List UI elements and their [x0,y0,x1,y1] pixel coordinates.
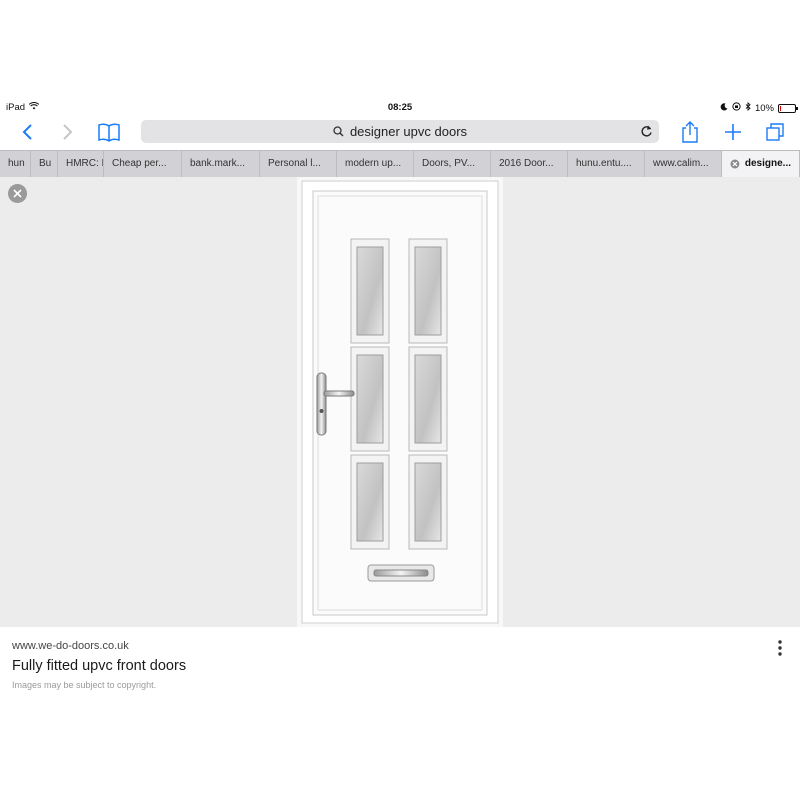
battery-icon [778,103,798,113]
clock: 08:25 [387,102,413,113]
tab-label: hunu.entu.... [576,158,632,169]
tab-label: modern up... [345,158,402,169]
more-options-button[interactable] [772,638,788,658]
door-illustration [297,177,503,627]
close-tab-icon[interactable] [730,159,740,169]
tab[interactable]: Cheap per... [104,151,182,177]
result-title[interactable]: Fully fitted upvc front doors [12,658,788,674]
bookmarks-icon [98,123,120,142]
tab-label: hun [8,158,25,169]
tab-label: HMRC: I [66,158,104,169]
tab[interactable]: modern up... [337,151,414,177]
more-vertical-icon [778,640,782,656]
tab-label: Cheap per... [112,158,167,169]
back-button[interactable] [14,119,40,145]
forward-button[interactable] [55,119,81,145]
bluetooth-icon [745,101,751,114]
status-bar: iPad 08:25 10% [0,100,800,116]
tab-label: Bu [39,158,52,169]
bookmarks-button[interactable] [96,119,122,145]
battery-percent: 10% [754,102,774,114]
close-icon [13,189,22,198]
new-tab-button[interactable] [720,119,746,145]
tab[interactable]: 2016 Door... [491,151,568,177]
tab[interactable]: bank.mark... [182,151,260,177]
image-viewer [0,177,800,627]
tab-active[interactable]: designe... [722,151,800,177]
source-domain[interactable]: www.we-do-doors.co.uk [12,640,788,652]
tab[interactable]: hunu.entu.... [568,151,645,177]
back-icon [22,124,32,140]
reload-button[interactable] [640,124,653,141]
address-bar[interactable]: designer upvc doors [141,120,659,143]
tab-label: Personal l... [268,158,321,169]
close-viewer-button[interactable] [8,184,27,203]
tab[interactable]: Bu [31,151,58,177]
browser-toolbar: designer upvc doors [0,116,800,148]
tabs-icon [766,123,784,141]
search-query: designer upvc doors [349,124,468,139]
share-button[interactable] [677,119,703,145]
tab-label: 2016 Door... [499,158,554,169]
tab[interactable]: Personal l... [260,151,337,177]
new-tab-icon [725,124,741,140]
tab-label: designe... [744,158,791,169]
tab[interactable]: www.calim... [645,151,722,177]
door-image[interactable] [297,177,503,627]
search-icon [333,126,344,137]
rotation-lock-icon [732,102,741,114]
tab-label: Doors, PV... [422,158,475,169]
moon-icon [720,102,728,114]
tab[interactable]: hun [0,151,31,177]
copyright-note: Images may be subject to copyright. [12,680,157,690]
tab-label: bank.mark... [190,158,246,169]
tab-label: www.calim... [653,158,709,169]
tab-strip: hun Bu HMRC: I Cheap per... bank.mark...… [0,150,800,178]
tab[interactable]: Doors, PV... [414,151,491,177]
tabs-overview-button[interactable] [762,119,788,145]
tab[interactable]: HMRC: I [58,151,104,177]
share-icon [682,121,698,143]
forward-icon [63,124,73,140]
battery-level [780,105,781,111]
reload-icon [641,125,652,137]
image-caption: www.we-do-doors.co.uk Fully fitted upvc … [12,640,788,690]
